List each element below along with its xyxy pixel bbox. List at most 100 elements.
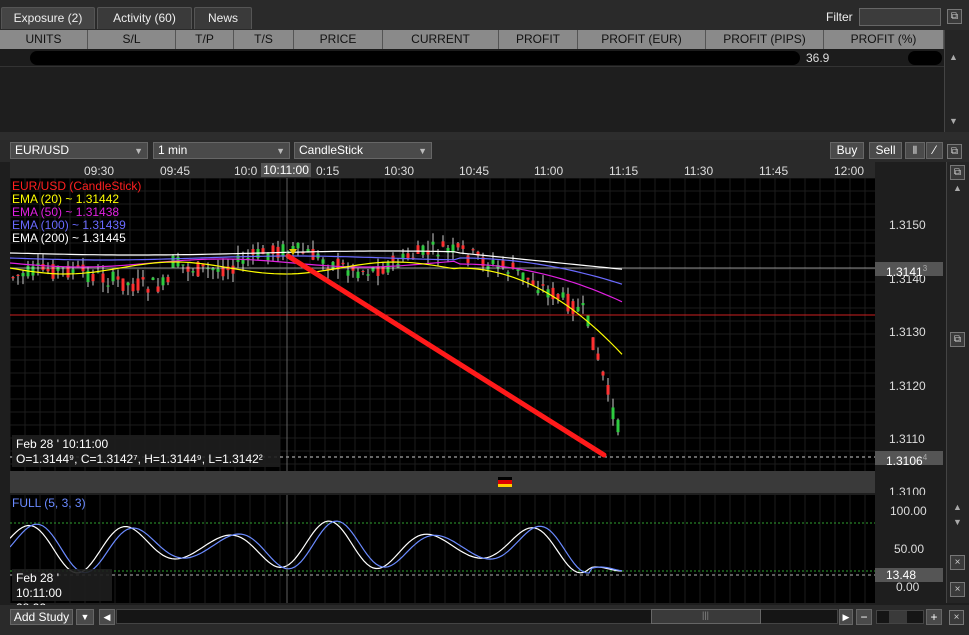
time-cursor-label: 10:11:00 xyxy=(261,163,311,177)
candle-body xyxy=(596,353,600,360)
info-date: Feb 28 ' 10:11:00 xyxy=(16,437,109,451)
chevron-down-icon: ▼ xyxy=(134,146,143,156)
candle-body xyxy=(406,253,410,259)
scroll-left-icon[interactable]: ◀ xyxy=(99,609,115,625)
scroll-up-icon[interactable]: ▲ xyxy=(949,52,958,62)
close-chart-icon[interactable]: × xyxy=(949,610,964,625)
candle-body xyxy=(561,292,565,298)
candle-body xyxy=(491,260,495,264)
osc-label-50: 50.00 xyxy=(894,542,925,556)
scroll-up-icon[interactable]: ▲ xyxy=(953,502,962,512)
time-axis-label: 10:0 xyxy=(234,164,258,178)
filter-input[interactable] xyxy=(859,8,941,26)
add-study-button[interactable]: Add Study xyxy=(10,609,73,625)
candle-body xyxy=(601,371,605,376)
chart-type-select[interactable]: CandleStick ▼ xyxy=(294,142,432,159)
candle-body xyxy=(136,278,140,291)
time-scrollbar-thumb[interactable]: ||| xyxy=(651,609,761,624)
candle-body xyxy=(421,245,425,255)
candle-body xyxy=(186,266,190,272)
detach-panel-icon[interactable]: ⧉ xyxy=(947,9,962,24)
candle-body xyxy=(41,264,45,270)
zoom-slider[interactable] xyxy=(876,610,924,624)
candle-body xyxy=(441,241,445,247)
draw-line-tool-icon[interactable]: ⁄ xyxy=(926,142,943,159)
scroll-down-icon[interactable]: ▼ xyxy=(949,116,958,126)
candle-body xyxy=(181,264,185,266)
maximize-pane-icon[interactable]: ⧉ xyxy=(950,332,965,347)
column-header[interactable]: PROFIT (PIPS) xyxy=(706,30,824,49)
candle-body xyxy=(201,264,205,267)
price-axis-label: 1.3120 xyxy=(889,379,926,393)
column-header[interactable]: PRICE xyxy=(294,30,383,49)
chart-side-bar: ⧉ ▲ ⧉ ▲ ▼ × × xyxy=(946,162,969,603)
candle-body xyxy=(91,273,95,282)
column-header[interactable]: T/P xyxy=(176,30,234,49)
column-header[interactable]: S/L xyxy=(88,30,176,49)
filter-label: Filter xyxy=(826,10,853,24)
tab-activity[interactable]: Activity (60) xyxy=(97,7,192,29)
maximize-chart-icon[interactable]: ⧉ xyxy=(950,165,965,180)
add-study-dropdown-icon[interactable]: ▼ xyxy=(76,609,94,625)
close-pane-icon[interactable]: × xyxy=(950,555,965,570)
candle-body xyxy=(521,272,525,280)
germany-flag-icon[interactable] xyxy=(498,477,512,487)
candle-body xyxy=(191,271,195,273)
candle-body xyxy=(356,271,360,279)
candle-body xyxy=(541,284,545,286)
sell-button[interactable]: Sell xyxy=(869,142,902,159)
candle-body xyxy=(231,265,235,274)
scroll-down-icon[interactable]: ▼ xyxy=(953,517,962,527)
time-axis-label: 09:45 xyxy=(160,164,191,178)
price-chart[interactable] xyxy=(10,178,875,471)
scroll-up-icon[interactable]: ▲ xyxy=(953,183,962,193)
current-price-marker: 1.31413 xyxy=(875,262,943,279)
stochastic-chart[interactable] xyxy=(10,495,875,603)
stoch-d-line xyxy=(10,520,623,574)
exposure-scrollbar[interactable]: ▲ ▼ xyxy=(944,30,969,132)
time-axis-label: 10:30 xyxy=(384,164,415,178)
candle-body xyxy=(576,306,580,312)
column-header[interactable]: PROFIT (%) xyxy=(824,30,944,49)
candle-body xyxy=(21,273,25,277)
interval-select[interactable]: 1 min ▼ xyxy=(153,142,290,159)
time-axis-label: 11:15 xyxy=(609,164,639,178)
time-axis-label: 11:45 xyxy=(759,164,789,178)
candle-body xyxy=(366,274,370,276)
zoom-out-button[interactable]: − xyxy=(856,609,872,625)
zoom-in-button[interactable]: + xyxy=(926,609,942,625)
candle-body xyxy=(571,301,575,314)
tab-exposure[interactable]: Exposure (2) xyxy=(1,7,95,29)
osc-label-100: 100.00 xyxy=(890,504,927,518)
time-axis-label: 0:15 xyxy=(316,164,340,178)
redacted-profit-percent xyxy=(908,51,942,65)
time-axis-label: 12:00 xyxy=(834,164,865,178)
column-header[interactable]: UNITS xyxy=(0,30,88,49)
tab-news[interactable]: News xyxy=(194,7,252,29)
candlestick-tool-icon[interactable]: ⫼ xyxy=(905,142,925,159)
time-axis xyxy=(10,162,875,178)
events-bar xyxy=(10,471,875,493)
candle-body xyxy=(346,270,350,276)
candle-body xyxy=(126,282,130,286)
chevron-down-icon: ▼ xyxy=(418,146,427,156)
price-axis-label: 1.3150 xyxy=(889,218,926,232)
candle-body xyxy=(566,293,570,312)
symbol-select[interactable]: EUR/USD ▼ xyxy=(10,142,148,159)
ohlc-info-box: Feb 28 ' 10:11:00 O=1.3144⁹, C=1.3142⁷, … xyxy=(12,435,280,467)
column-header[interactable]: PROFIT xyxy=(499,30,578,49)
candle-body xyxy=(156,286,160,292)
scroll-right-icon[interactable]: ▶ xyxy=(839,609,853,625)
buy-button[interactable]: Buy xyxy=(830,142,864,159)
column-header[interactable]: CURRENT xyxy=(383,30,499,49)
close-study-icon[interactable]: × xyxy=(950,582,965,597)
chevron-down-icon: ▼ xyxy=(276,146,285,156)
column-header[interactable]: PROFIT (EUR) xyxy=(578,30,706,49)
candle-body xyxy=(121,278,125,291)
detach-chart-icon[interactable]: ⧉ xyxy=(947,144,962,159)
candle-body xyxy=(46,268,50,272)
time-axis-label: 11:30 xyxy=(684,164,714,178)
column-header[interactable]: T/S xyxy=(234,30,294,49)
panel-divider[interactable] xyxy=(0,132,969,140)
candle-body xyxy=(281,244,285,256)
